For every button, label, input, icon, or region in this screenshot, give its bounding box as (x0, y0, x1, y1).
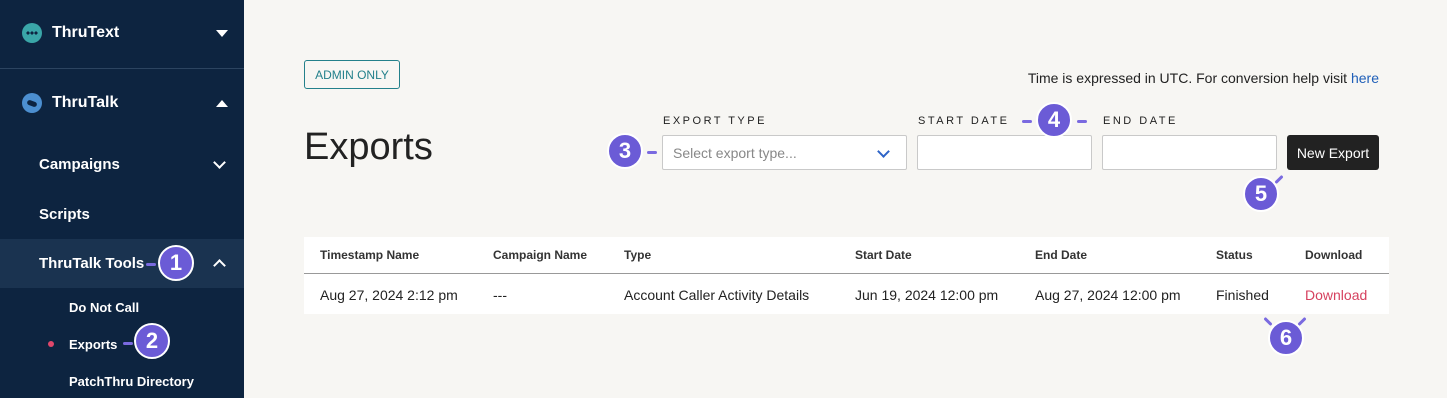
chevron-down-icon (213, 155, 226, 169)
column-header: Start Date (855, 248, 912, 262)
sidebar-item-label: Campaigns (39, 155, 120, 173)
column-header: End Date (1035, 248, 1088, 262)
utc-notice: Time is expressed in UTC. For conversion… (1028, 70, 1379, 86)
callout-connector (647, 151, 657, 154)
sidebar-item-label: ThruTalk Tools (39, 255, 145, 272)
sidebar-subitem-patchthru-directory[interactable]: PatchThru Directory (0, 370, 244, 392)
chevron-up-icon (213, 259, 226, 272)
callout-badge-1: 1 (158, 245, 194, 281)
utc-text: Time is expressed in UTC. For conversion… (1027, 70, 1351, 86)
table-header: Timestamp Name Campaign Name Type Start … (304, 237, 1389, 274)
callout-connector (146, 263, 156, 266)
cell-campaign: --- (493, 287, 507, 303)
callout-connector (123, 342, 133, 345)
export-type-label: EXPORT TYPE (663, 115, 767, 127)
start-date-label: START DATE (918, 115, 1010, 127)
cell-status: Finished (1216, 287, 1269, 303)
export-type-placeholder: Select export type... (673, 144, 797, 161)
column-header: Campaign Name (493, 248, 588, 262)
page-title: Exports (304, 126, 433, 168)
sidebar-subitem-label: PatchThru Directory (69, 373, 194, 389)
sidebar-item-campaigns[interactable]: Campaigns (0, 148, 244, 180)
sidebar-subitem-label: Exports (69, 336, 118, 352)
end-date-input[interactable] (1102, 135, 1277, 170)
active-indicator-icon (48, 341, 54, 347)
thrutext-section-toggle[interactable]: ThruText (0, 18, 244, 48)
sidebar-item-scripts[interactable]: Scripts (0, 198, 244, 230)
callout-badge-2: 2 (134, 323, 170, 359)
column-header: Type (624, 248, 652, 262)
thrutalk-logo-icon (22, 93, 42, 113)
sidebar-item-thrutalk-tools[interactable]: ThruTalk Tools (0, 239, 244, 288)
thrutext-logo-icon (22, 23, 42, 43)
admin-only-badge: ADMIN ONLY (304, 60, 400, 89)
callout-badge-3: 3 (607, 133, 643, 169)
callout-badge-6: 6 (1268, 320, 1304, 356)
sidebar: ThruText ThruTalk Campaigns Scripts Thru… (0, 0, 244, 398)
column-header: Status (1216, 248, 1253, 262)
callout-badge-5: 5 (1243, 176, 1279, 212)
callout-connector (1263, 316, 1273, 327)
callout-connector (1077, 120, 1087, 123)
exports-table: Timestamp Name Campaign Name Type Start … (304, 237, 1389, 314)
end-date-label: END DATE (1103, 115, 1178, 127)
cell-end-date: Aug 27, 2024 12:00 pm (1035, 287, 1181, 303)
caret-up-icon (216, 99, 228, 107)
sidebar-divider (0, 68, 244, 69)
thrutext-label: ThruText (52, 24, 120, 41)
sidebar-subitem-label: Do Not Call (69, 299, 140, 315)
new-export-button[interactable]: New Export (1287, 135, 1379, 170)
column-header: Timestamp Name (320, 248, 420, 262)
cell-start-date: Jun 19, 2024 12:00 pm (855, 287, 999, 303)
download-link[interactable]: Download (1305, 287, 1367, 303)
cell-timestamp: Aug 27, 2024 2:12 pm (320, 287, 458, 303)
callout-badge-4: 4 (1036, 102, 1072, 138)
thrutalk-label: ThruTalk (52, 94, 119, 111)
column-header: Download (1305, 248, 1363, 262)
callout-connector (1274, 174, 1284, 185)
sidebar-item-label: Scripts (39, 205, 90, 223)
utc-help-link[interactable]: here (1351, 70, 1379, 86)
chevron-down-icon (877, 145, 890, 158)
start-date-input[interactable] (917, 135, 1092, 170)
export-type-select[interactable]: Select export type... (662, 135, 907, 170)
callout-connector (1022, 120, 1032, 123)
sidebar-subitem-exports[interactable]: Exports (0, 333, 244, 355)
cell-type: Account Caller Activity Details (624, 287, 810, 303)
thrutalk-section-toggle[interactable]: ThruTalk (0, 88, 244, 118)
sidebar-subitem-do-not-call[interactable]: Do Not Call (0, 296, 244, 318)
caret-down-icon (216, 29, 228, 37)
